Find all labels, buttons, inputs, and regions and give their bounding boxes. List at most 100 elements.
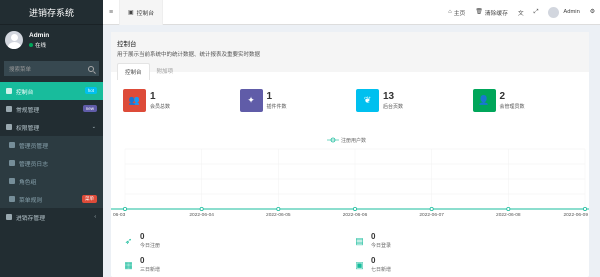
x-tick-label: 2022-06-04 — [189, 212, 214, 218]
magic-icon: ✦ — [239, 89, 263, 112]
sidebar-item-label: 控制台 — [16, 89, 34, 96]
sidebar-item-inventory[interactable]: 进销存管理 ‹ — [0, 208, 103, 226]
fullscreen-icon: ⤢ — [533, 8, 539, 15]
bottom-stats: ➶ 0 今日注册 ▤ 0 今日登录 ▦ 0 三日新增 ▣ 0 七日新增 — [111, 229, 589, 277]
stats-row: 👥 1 会员总数 ✦ 1 插件件数 ❦ 13 后台页数 👤 2 会管理员数 — [111, 72, 589, 112]
group-icon — [6, 124, 12, 130]
sidebar-item-dashboard[interactable]: 控制台 hot — [0, 82, 103, 100]
online-dot-icon — [29, 42, 33, 47]
rocket-icon: ➶ — [124, 235, 133, 246]
calendar-icon: ▦ — [124, 259, 133, 270]
leaf-icon: ❦ — [356, 89, 379, 112]
main-content: 控制台 用于展示当前系统中的统计数据、统计报表及重要实时数据 控制台 附加项 👥… — [103, 25, 600, 277]
gear-icon: ⚙ — [589, 9, 595, 15]
sidebar-item-general[interactable]: 常规管理 new — [0, 100, 103, 118]
user-panel: Admin 在线 — [0, 25, 103, 55]
stat-value: 0 — [140, 256, 145, 265]
users-icon: 👥 — [123, 89, 146, 112]
stat-value: 0 — [371, 232, 376, 241]
chevron-left-icon: ‹ — [94, 214, 96, 220]
data-point[interactable] — [199, 207, 204, 212]
sidebar-item-admin-log[interactable]: 管理员日志 — [0, 154, 103, 172]
page-title: 控制台 — [117, 41, 137, 48]
stat-value: 0 — [371, 256, 376, 265]
page-description: 用于展示当前系统中的统计数据、统计报表及重要实时数据 — [117, 52, 261, 58]
stat-value: 1 — [150, 91, 156, 102]
dashboard-icon: ▣ — [128, 9, 134, 16]
home-label: 主页 — [453, 10, 466, 17]
list-icon — [9, 160, 15, 166]
bars-icon — [9, 196, 15, 202]
x-tick-label: 2022-06-07 — [419, 212, 444, 218]
tab-dashboard[interactable]: ▣ 控制台 — [119, 0, 164, 25]
user-menu[interactable]: Admin — [543, 6, 584, 18]
dashboard-panel: 控制台 用于展示当前系统中的统计数据、统计报表及重要实时数据 控制台 附加项 👥… — [111, 32, 589, 277]
stat-today-register: ➶ 0 今日注册 — [111, 232, 350, 250]
stat-label: 后台页数 — [383, 104, 404, 110]
sidebar-item-role-group[interactable]: 角色组 — [0, 172, 103, 190]
home-link[interactable]: ⌂ 主页 — [443, 8, 470, 17]
fullscreen-button[interactable]: ⤢ — [529, 9, 544, 16]
status-label: 在线 — [35, 42, 47, 49]
search-icon[interactable] — [88, 65, 94, 72]
topbar: ≡ ▣ 控制台 ⌂ 主页 🗑 清除缓存 文 ⤢ Admin ⚙ — [103, 0, 600, 25]
tab-addon[interactable]: 附加项 — [150, 63, 181, 80]
stat-plugins: ✦ 1 插件件数 — [239, 89, 357, 112]
stat-label: 会员总数 — [150, 104, 171, 110]
stat-today-login: ▤ 0 今日登录 — [350, 232, 589, 250]
vcard-icon: ▤ — [355, 235, 364, 246]
user-status: 在线 — [29, 41, 49, 49]
search-input[interactable]: 搜索菜单 — [4, 61, 99, 76]
avatar — [548, 6, 560, 18]
x-tick-label: 06-03 — [113, 212, 126, 218]
sidebar-item-admin[interactable]: 管理员管理 — [0, 136, 103, 154]
tab-label: 控制台 — [136, 10, 155, 17]
app-title[interactable]: 进销存系统 — [0, 0, 103, 25]
stat-value: 1 — [266, 91, 273, 102]
panel-header: 控制台 用于展示当前系统中的统计数据、统计报表及重要实时数据 控制台 附加项 — [111, 32, 589, 80]
trash-icon: 🗑 — [475, 9, 483, 15]
stat-value: 0 — [140, 232, 145, 241]
data-point[interactable] — [122, 207, 127, 212]
stat-label: 会管理员数 — [499, 104, 525, 110]
stat-label: 三日新增 — [140, 267, 161, 273]
line-chart: 注册用户数 06-03 2022-06-04 2022-06-05 2022-06-06… — [111, 137, 589, 218]
x-tick-label: 2022-06-08 — [496, 212, 521, 218]
sidebar-item-label: 权限管理 — [16, 125, 40, 132]
search-placeholder: 搜索菜单 — [9, 66, 32, 73]
sidebar-item-label: 进销存管理 — [16, 215, 45, 222]
data-point[interactable] — [429, 207, 434, 212]
new-badge: new — [82, 105, 97, 112]
user-icon: 👤 — [472, 89, 496, 112]
sidebar-menu: 控制台 hot 常规管理 new 权限管理 ⌄ 管理员管理 管理员日志 角色组 … — [0, 82, 103, 226]
sidebar-item-auth[interactable]: 权限管理 ⌄ — [0, 118, 103, 136]
dashboard-icon — [6, 88, 12, 94]
data-point[interactable] — [582, 207, 587, 212]
calendar-plus-icon: ▣ — [355, 259, 364, 270]
sidebar-item-label: 常规管理 — [16, 107, 40, 114]
user-name: Admin — [29, 31, 50, 39]
stat-label: 今日注册 — [140, 243, 161, 249]
chevron-down-icon: ⌄ — [91, 124, 96, 130]
menu-badge: 菜单 — [82, 195, 97, 203]
clear-cache-label: 清除缓存 — [484, 10, 508, 17]
sidebar-item-label: 菜单规则 — [19, 197, 43, 204]
stat-label: 今日登录 — [371, 243, 392, 249]
data-point[interactable] — [506, 207, 511, 212]
registration-chart: 注册用户数 06-03 2022-06-04 2022-06-05 2022-06-06… — [111, 135, 589, 228]
data-point[interactable] — [352, 207, 357, 212]
hot-badge: hot — [84, 87, 97, 94]
sidebar-item-menu-rule[interactable]: 菜单规则 菜单 — [0, 190, 103, 208]
translate-button[interactable]: 文 — [513, 8, 529, 17]
stat-three-day-new: ▦ 0 三日新增 — [111, 256, 350, 274]
settings-button[interactable]: ⚙ — [585, 9, 600, 15]
language-icon: 文 — [517, 10, 524, 17]
file-icon — [6, 214, 12, 220]
clear-cache-button[interactable]: 🗑 清除缓存 — [470, 8, 513, 17]
data-point[interactable] — [276, 207, 281, 212]
tab-dashboard[interactable]: 控制台 — [117, 63, 150, 80]
stat-admins: 👤 2 会管理员数 — [472, 89, 590, 112]
user-name: Admin — [563, 9, 580, 15]
menu-toggle-icon[interactable]: ≡ — [103, 9, 119, 16]
sidebar-item-label: 角色组 — [19, 179, 37, 186]
